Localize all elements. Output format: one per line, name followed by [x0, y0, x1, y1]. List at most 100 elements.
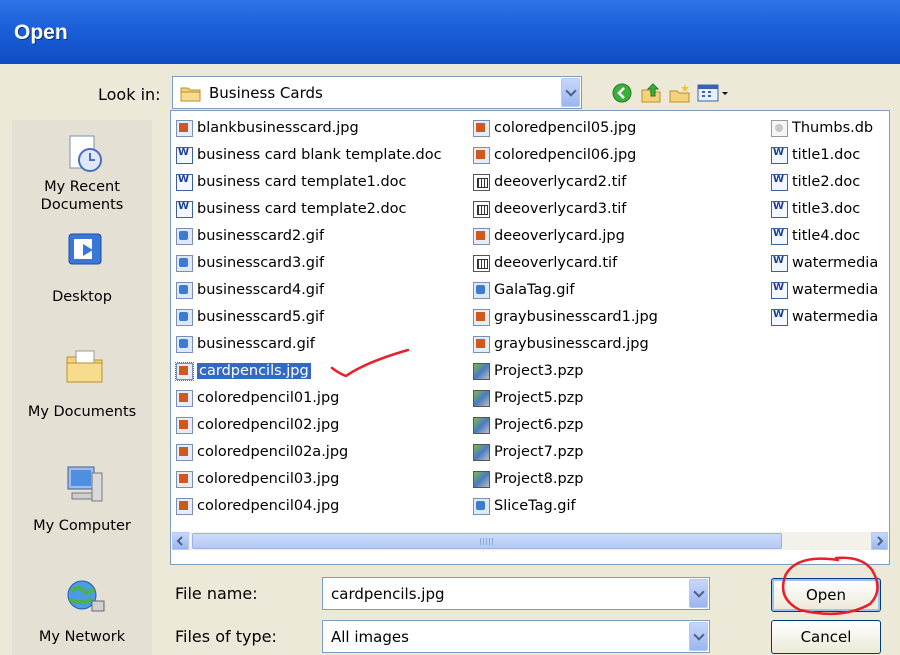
place-my-network[interactable]: My Network: [12, 575, 152, 655]
file-item[interactable]: deeoverlycard2.tif: [473, 170, 626, 194]
file-item[interactable]: business card template1.doc: [176, 170, 407, 194]
new-folder-icon[interactable]: [669, 82, 691, 104]
file-item[interactable]: watermedia: [771, 278, 878, 302]
chevron-down-icon[interactable]: [689, 622, 708, 651]
file-item[interactable]: title3.doc: [771, 197, 860, 221]
file-item[interactable]: blankbusinesscard.jpg: [176, 116, 359, 140]
scroll-right-button[interactable]: [871, 532, 888, 550]
scroll-grip: [480, 538, 494, 545]
horizontal-scrollbar[interactable]: [172, 532, 888, 550]
file-item[interactable]: Thumbs.db: [771, 116, 873, 140]
file-item[interactable]: title4.doc: [771, 224, 860, 248]
file-item[interactable]: watermedia: [771, 251, 878, 275]
title-bar[interactable]: Open: [0, 0, 900, 64]
chevron-left-icon: [176, 536, 183, 546]
file-item[interactable]: title1.doc: [771, 143, 860, 167]
look-in-dropdown[interactable]: Business Cards: [172, 76, 582, 109]
file-name: title3.doc: [792, 201, 861, 217]
file-name: Thumbs.db: [792, 120, 874, 136]
file-item[interactable]: coloredpencil02a.jpg: [176, 440, 348, 464]
file-item[interactable]: coloredpencil01.jpg: [176, 386, 339, 410]
place-recent[interactable]: My Recent Documents: [12, 120, 152, 230]
file-item[interactable]: title2.doc: [771, 170, 860, 194]
file-item[interactable]: businesscard.gif: [176, 332, 315, 356]
jpg-file-icon: [473, 335, 490, 353]
open-button[interactable]: Open: [771, 578, 881, 612]
file-item[interactable]: GalaTag.gif: [473, 278, 575, 302]
file-name: blankbusinesscard.jpg: [197, 120, 359, 136]
file-item[interactable]: graybusinesscard.jpg: [473, 332, 649, 356]
file-item[interactable]: business card template2.doc: [176, 197, 407, 221]
file-item[interactable]: SliceTag.gif: [473, 494, 576, 518]
folder-icon: [180, 87, 201, 102]
cancel-button[interactable]: Cancel: [771, 620, 881, 654]
view-menu-icon[interactable]: [697, 82, 731, 104]
place-desktop[interactable]: Desktop: [12, 230, 152, 330]
file-name: watermedia: [792, 309, 879, 325]
file-item[interactable]: Project6.pzp: [473, 413, 583, 437]
file-item[interactable]: business card blank template.doc: [176, 143, 442, 167]
pzp-file-icon: [473, 443, 490, 461]
scroll-left-button[interactable]: [172, 532, 189, 550]
file-item[interactable]: businesscard2.gif: [176, 224, 324, 248]
file-item[interactable]: Project8.pzp: [473, 467, 583, 491]
gif-file-icon: [473, 281, 490, 299]
file-item[interactable]: coloredpencil05.jpg: [473, 116, 636, 140]
desktop-icon: [68, 233, 102, 265]
file-item[interactable]: Project5.pzp: [473, 386, 583, 410]
file-item[interactable]: deeoverlycard.jpg: [473, 224, 625, 248]
file-name: watermedia: [792, 255, 879, 271]
file-name: business card blank template.doc: [197, 147, 442, 163]
file-name: title4.doc: [792, 228, 861, 244]
file-item[interactable]: graybusinesscard1.jpg: [473, 305, 658, 329]
back-icon[interactable]: [611, 82, 633, 104]
file-item[interactable]: businesscard3.gif: [176, 251, 324, 275]
place-my-network-label: My Network: [38, 629, 126, 645]
file-item[interactable]: coloredpencil02.jpg: [176, 413, 339, 437]
file-item[interactable]: coloredpencil06.jpg: [473, 143, 636, 167]
chevron-down-icon[interactable]: [689, 579, 708, 608]
chevron-down-icon[interactable]: [561, 78, 580, 107]
open-dialog: Open Look in: Business Cards My Recent D…: [0, 0, 900, 655]
file-item[interactable]: businesscard4.gif: [176, 278, 324, 302]
file-item[interactable]: Project7.pzp: [473, 440, 583, 464]
doc-file-icon: [176, 146, 193, 164]
file-name: businesscard5.gif: [197, 309, 325, 325]
pzp-file-icon: [473, 416, 490, 434]
file-name: deeoverlycard.jpg: [494, 228, 625, 244]
my-network-icon: [67, 580, 105, 612]
gif-file-icon: [176, 335, 193, 353]
look-in-value: Business Cards: [209, 83, 323, 102]
my-documents-icon: [66, 350, 103, 383]
file-item[interactable]: deeoverlycard3.tif: [473, 197, 626, 221]
file-item[interactable]: coloredpencil03.jpg: [176, 467, 339, 491]
db-file-icon: [771, 119, 788, 137]
file-name-input[interactable]: cardpencils.jpg: [322, 577, 710, 610]
file-item[interactable]: cardpencils.jpg: [175, 359, 311, 383]
place-desktop-label: Desktop: [52, 289, 112, 305]
file-type-label: Files of type:: [175, 627, 277, 646]
file-item[interactable]: businesscard5.gif: [176, 305, 324, 329]
file-type-value: All images: [331, 627, 409, 646]
tif-file-icon: [473, 173, 490, 191]
pzp-file-icon: [473, 389, 490, 407]
file-item[interactable]: Project3.pzp: [473, 359, 583, 383]
file-list[interactable]: blankbusinesscard.jpg business card blank…: [170, 110, 890, 565]
file-name: coloredpencil01.jpg: [197, 390, 340, 406]
file-type-dropdown[interactable]: All images: [322, 620, 710, 653]
jpg-file-icon: [473, 308, 490, 326]
file-name: Project5.pzp: [494, 390, 584, 406]
file-item[interactable]: watermedia: [771, 305, 878, 329]
places-bar: My Recent Documents Desktop My Documents: [12, 120, 152, 655]
scroll-thumb[interactable]: [192, 533, 782, 549]
place-my-computer[interactable]: My Computer: [12, 455, 152, 545]
jpg-file-icon: [176, 497, 193, 515]
up-folder-icon[interactable]: [640, 82, 662, 104]
file-name: businesscard.gif: [197, 336, 315, 352]
place-my-computer-label: My Computer: [33, 518, 131, 534]
file-name: coloredpencil02.jpg: [197, 417, 340, 433]
place-my-documents[interactable]: My Documents: [12, 335, 152, 445]
tif-file-icon: [473, 254, 490, 272]
file-item[interactable]: deeoverlycard.tif: [473, 251, 617, 275]
file-item[interactable]: coloredpencil04.jpg: [176, 494, 339, 518]
